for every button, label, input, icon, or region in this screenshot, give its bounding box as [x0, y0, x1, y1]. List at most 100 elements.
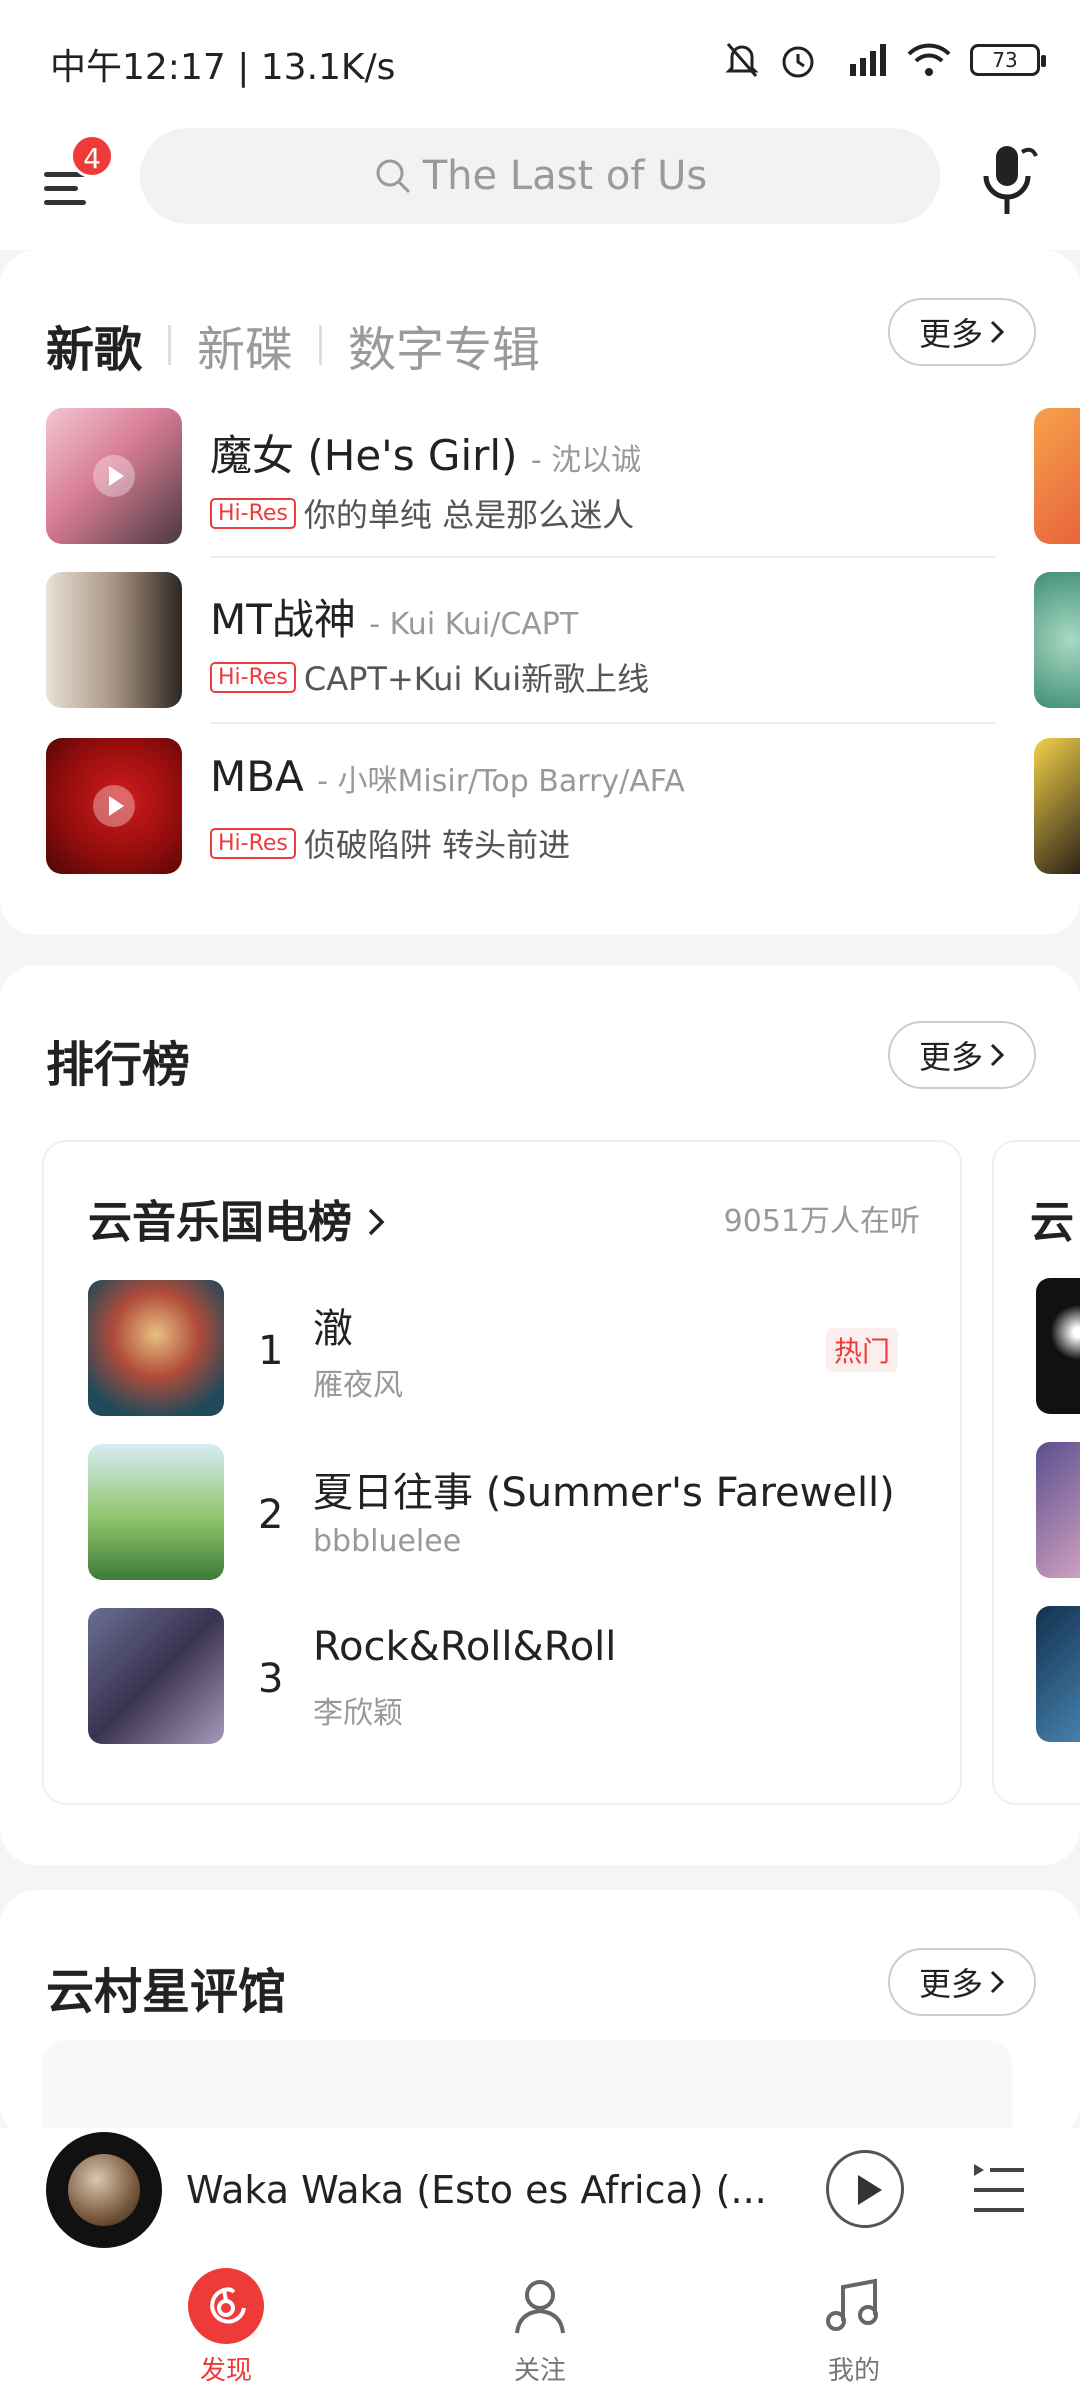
chevron-right-icon — [990, 1970, 1005, 1994]
mute-icon — [725, 43, 759, 77]
new-music-more-button[interactable]: 更多 — [888, 298, 1036, 366]
tab-new-albums[interactable]: 新碟 — [197, 310, 293, 380]
review-card-preview[interactable] — [42, 2040, 1012, 2140]
play-overlay-icon — [93, 785, 135, 827]
album-cover — [88, 1608, 224, 1744]
divider — [210, 556, 995, 558]
hot-badge: 热门 — [825, 1328, 898, 1372]
more-label: 更多 — [918, 315, 983, 353]
next-chart-cover — [1036, 1606, 1080, 1742]
nav-label: 发现 — [199, 2356, 252, 2386]
album-cover — [88, 1280, 224, 1416]
hires-badge: Hi-Res — [210, 497, 296, 529]
album-cover — [46, 572, 182, 708]
charts-more-button[interactable]: 更多 — [888, 1021, 1036, 1089]
status-time: 中午12:17 | 13.1K/s — [50, 47, 396, 88]
next-chart-cover — [1036, 1278, 1080, 1414]
next-chart-title: 云 — [1030, 1197, 1074, 1248]
track-artist: bbbluelee — [313, 1524, 462, 1559]
tab-divider — [168, 325, 172, 365]
top-bar: 4 The Last of Us — [0, 120, 1080, 250]
song-title: MBA — [210, 752, 304, 801]
tab-new-songs[interactable]: 新歌 — [46, 310, 142, 380]
track-title: Rock&Roll&Roll — [313, 1624, 617, 1670]
rank-number: 3 — [258, 1656, 284, 1702]
follow-icon — [502, 2268, 578, 2344]
nav-label: 我的 — [827, 2356, 880, 2386]
review-title: 云村星评馆 — [46, 1964, 287, 2020]
chart-panel[interactable]: 云音乐国电榜 9051万人在听 1 澈 雁夜风 热门 2 夏日往事 (Summe… — [42, 1140, 962, 1805]
song-title: 魔女 (He's Girl) — [210, 431, 518, 480]
notification-badge: 4 — [70, 134, 114, 178]
album-art — [68, 2154, 140, 2226]
divider — [210, 722, 995, 724]
song-artist: - Kui Kui/CAPT — [369, 607, 579, 642]
voice-search-icon[interactable] — [976, 142, 1040, 222]
now-playing-disc[interactable] — [46, 2132, 162, 2248]
album-cover — [46, 408, 182, 544]
music-note-icon — [816, 2268, 892, 2344]
next-column-cover[interactable] — [1034, 408, 1080, 544]
alarm-icon — [782, 46, 814, 78]
song-artist: - 沈以诚 — [530, 443, 642, 478]
play-overlay-icon — [93, 455, 135, 497]
chevron-right-icon — [990, 1043, 1005, 1067]
tab-divider — [319, 325, 323, 365]
track-title: 夏日往事 (Summer's Farewell) — [313, 1470, 895, 1516]
song-description: 你的单纯 总是那么迷人 — [303, 496, 635, 534]
hires-badge: Hi-Res — [210, 827, 296, 859]
charts-title: 排行榜 — [46, 1037, 191, 1093]
status-icons: 73 — [724, 40, 1046, 80]
album-cover — [46, 738, 182, 874]
song-row[interactable]: MBA - 小咪Misir/Top Barry/AFA Hi-Res 侦破陷阱 … — [46, 738, 996, 878]
new-music-tabs: 新歌 新碟 数字专辑 — [46, 310, 540, 380]
discover-icon — [188, 2268, 264, 2344]
song-description: CAPT+Kui Kui新歌上线 — [303, 660, 650, 698]
more-label: 更多 — [918, 1965, 983, 2003]
next-column-cover[interactable] — [1034, 738, 1080, 874]
listener-count: 9051万人在听 — [723, 1204, 920, 1239]
chart-row[interactable]: 1 澈 雁夜风 热门 — [88, 1280, 928, 1420]
search-icon — [376, 159, 410, 194]
song-artist: - 小咪Misir/Top Barry/AFA — [317, 764, 685, 799]
song-title: MT战神 — [210, 595, 356, 644]
rank-number: 1 — [258, 1328, 284, 1374]
wifi-icon — [907, 43, 951, 76]
hires-badge: Hi-Res — [210, 661, 296, 693]
charts-section: 排行榜 更多 云音乐国电榜 9051万人在听 1 澈 雁夜风 热门 2 夏日往事… — [0, 965, 1080, 1865]
chart-panel-title: 云音乐国电榜 — [88, 1197, 352, 1248]
battery-indicator: 73 — [970, 44, 1046, 76]
next-column-cover[interactable] — [1034, 572, 1080, 708]
nav-follow[interactable]: 关注 — [480, 2268, 600, 2387]
search-placeholder: The Last of Us — [422, 153, 708, 199]
bottom-navigation: 发现 关注 我的 — [0, 2248, 1080, 2400]
new-music-section: 新歌 新碟 数字专辑 更多 魔女 (He's Girl) - 沈以诚 Hi-Re… — [0, 250, 1080, 935]
playlist-icon[interactable] — [970, 2158, 1026, 2218]
song-row[interactable]: MT战神 - Kui Kui/CAPT Hi-Res CAPT+Kui Kui新… — [46, 572, 996, 712]
chart-row[interactable]: 2 夏日往事 (Summer's Farewell) bbbluelee — [88, 1444, 928, 1584]
play-button[interactable] — [826, 2150, 904, 2228]
review-more-button[interactable]: 更多 — [888, 1948, 1036, 2016]
nav-discover[interactable]: 发现 — [166, 2268, 286, 2387]
nav-label: 关注 — [513, 2356, 566, 2386]
next-chart-cover — [1036, 1442, 1080, 1578]
chevron-right-icon — [990, 320, 1005, 344]
signal-icon — [850, 44, 886, 76]
chevron-right-icon — [369, 1208, 385, 1236]
rank-number: 2 — [258, 1492, 284, 1538]
song-description: 侦破陷阱 转头前进 — [303, 826, 571, 864]
review-section: 云村星评馆 更多 — [0, 1890, 1080, 2140]
mini-player[interactable]: Waka Waka (Esto es Africa) (... — [0, 2128, 1080, 2248]
tab-digital-albums[interactable]: 数字专辑 — [348, 310, 540, 380]
status-bar: 中午12:17 | 13.1K/s 73 — [0, 0, 1080, 120]
track-artist: 雁夜风 — [313, 1368, 403, 1403]
search-bar[interactable]: The Last of Us — [140, 128, 940, 224]
more-label: 更多 — [918, 1038, 983, 1076]
chart-row[interactable]: 3 Rock&Roll&Roll 李欣颖 — [88, 1608, 928, 1748]
track-artist: 李欣颖 — [313, 1696, 403, 1731]
nav-mine[interactable]: 我的 — [794, 2268, 914, 2387]
now-playing-title: Waka Waka (Esto es Africa) (... — [186, 2168, 767, 2212]
song-row[interactable]: 魔女 (He's Girl) - 沈以诚 Hi-Res 你的单纯 总是那么迷人 — [46, 408, 996, 548]
track-title: 澈 — [313, 1306, 353, 1352]
album-cover — [88, 1444, 224, 1580]
